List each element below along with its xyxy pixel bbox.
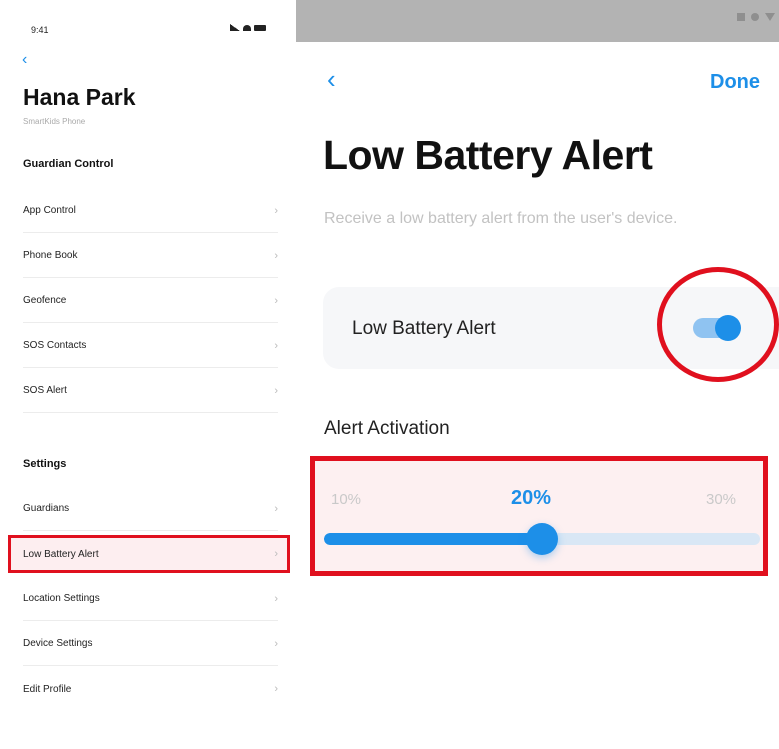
done-button[interactable]: Done xyxy=(710,71,760,94)
window-controls xyxy=(737,13,775,21)
menu-item-label: Edit Profile xyxy=(23,683,72,695)
chevron-right-icon: › xyxy=(274,637,278,650)
page-description: Receive a low battery alert from the use… xyxy=(324,210,678,227)
slider-fill xyxy=(324,533,542,545)
menu-item-low-battery-alert[interactable]: Low Battery Alert › xyxy=(23,532,278,576)
chevron-right-icon: › xyxy=(274,502,278,515)
menu-item-device-settings[interactable]: Device Settings › xyxy=(23,622,278,666)
menu-item-phone-book[interactable]: Phone Book › xyxy=(23,234,278,278)
alert-activation-label: Alert Activation xyxy=(324,418,450,439)
chevron-right-icon: › xyxy=(274,204,278,217)
menu-item-sos-alert[interactable]: SOS Alert › xyxy=(23,369,278,413)
slider-value-label: 20% xyxy=(511,487,552,509)
settings-list-screen: 9:41 ‹ Hana Park SmartKids Phone Guardia… xyxy=(0,0,296,749)
menu-item-sos-contacts[interactable]: SOS Contacts › xyxy=(23,324,278,368)
menu-item-label: Guardians xyxy=(23,503,70,514)
battery-icon xyxy=(254,24,266,31)
status-icons xyxy=(230,24,266,31)
guardian-control-title: Guardian Control xyxy=(23,158,114,170)
circle-icon[interactable] xyxy=(751,13,759,21)
chevron-right-icon: › xyxy=(274,683,278,695)
chevron-right-icon: › xyxy=(274,294,278,307)
menu-item-edit-profile[interactable]: Edit Profile › xyxy=(23,667,278,711)
back-button-detail[interactable]: ‹ xyxy=(327,66,336,92)
slider-thumb[interactable] xyxy=(526,523,558,555)
page-title: Low Battery Alert xyxy=(323,132,653,178)
toggle-label: Low Battery Alert xyxy=(352,318,496,339)
square-icon[interactable] xyxy=(737,13,745,21)
status-time: 9:41 xyxy=(31,25,49,35)
menu-item-location-settings[interactable]: Location Settings › xyxy=(23,577,278,621)
menu-item-label: App Control xyxy=(23,205,76,216)
chevron-right-icon: › xyxy=(274,384,278,397)
chevron-right-icon: › xyxy=(274,592,278,605)
menu-item-label: Geofence xyxy=(23,295,67,306)
slider-min-label: 10% xyxy=(331,491,362,508)
settings-title: Settings xyxy=(23,458,67,470)
menu-item-label: Low Battery Alert xyxy=(23,548,99,560)
slider-max-label: 30% xyxy=(706,491,737,508)
menu-item-geofence[interactable]: Geofence › xyxy=(23,279,278,323)
toggle-highlight-circle xyxy=(657,267,779,382)
menu-item-app-control[interactable]: App Control › xyxy=(23,189,278,233)
back-button[interactable]: ‹ xyxy=(22,52,27,68)
chevron-right-icon: › xyxy=(274,548,278,560)
menu-item-label: Device Settings xyxy=(23,638,93,649)
menu-item-label: SOS Contacts xyxy=(23,340,87,351)
menu-item-label: Phone Book xyxy=(23,250,78,261)
profile-subtitle: SmartKids Phone xyxy=(23,117,86,126)
menu-item-label: Location Settings xyxy=(23,593,100,604)
signal-icon xyxy=(230,24,240,31)
menu-item-guardians[interactable]: Guardians › xyxy=(23,487,278,531)
window-top-bar xyxy=(296,0,779,42)
chevron-right-icon: › xyxy=(274,339,278,352)
chevron-right-icon: › xyxy=(274,249,278,262)
menu-item-label: SOS Alert xyxy=(23,385,67,396)
slider-highlight-box xyxy=(310,456,768,576)
triangle-down-icon[interactable] xyxy=(765,13,775,21)
profile-name: Hana Park xyxy=(23,84,136,110)
wifi-icon xyxy=(243,24,251,31)
